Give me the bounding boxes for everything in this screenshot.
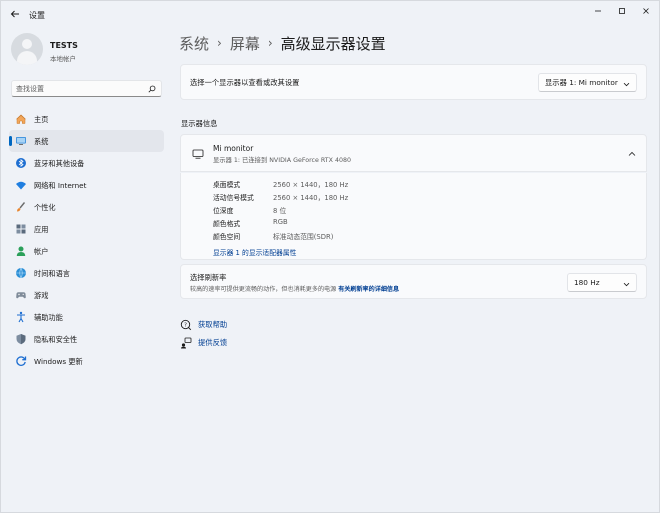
gamepad-icon [15, 289, 27, 301]
select-display-card: 选择一个显示器以查看或改其设置 显示器 1: Mi monitor [180, 64, 647, 100]
shield-icon [15, 333, 27, 345]
settings-window: 设置 TESTS 本地帐户 主页 [0, 0, 660, 513]
sidebar-item-windows-update[interactable]: Windows 更新 [9, 350, 164, 372]
detail-key: 颜色空间 [213, 233, 241, 241]
minimize-button[interactable] [587, 4, 609, 18]
breadcrumb-item-display[interactable]: 屏幕 [230, 33, 260, 54]
display-select-dropdown[interactable]: 显示器 1: Mi monitor [538, 73, 637, 92]
feedback-icon [180, 337, 192, 349]
apps-icon [15, 223, 27, 235]
app-title: 设置 [29, 11, 45, 20]
breadcrumb: 系统 › 屏幕 › 高级显示器设置 [179, 33, 386, 53]
detail-value: 2560 × 1440，180 Hz [273, 181, 349, 189]
sidebar-item-accounts[interactable]: 帐户 [9, 240, 164, 262]
monitor-details-panel: 桌面模式 2560 × 1440，180 Hz 活动信号模式 2560 × 14… [180, 173, 647, 260]
sidebar-item-label: Windows 更新 [34, 357, 83, 366]
feedback-label[interactable]: 提供反馈 [198, 338, 227, 348]
feedback-link[interactable]: 提供反馈 [180, 336, 227, 350]
refresh-rate-value: 180 Hz [574, 278, 600, 287]
update-icon [15, 355, 27, 367]
sidebar-item-label: 网络和 Internet [34, 181, 87, 190]
detail-value: 8 位 [273, 207, 287, 215]
sidebar-item-label: 辅助功能 [34, 313, 63, 322]
refresh-rate-title: 选择刷新率 [190, 273, 227, 282]
sidebar-item-accessibility[interactable]: 辅助功能 [9, 306, 164, 328]
detail-value: 2560 × 1440，180 Hz [273, 194, 349, 202]
sidebar-item-privacy[interactable]: 隐私和安全性 [9, 328, 164, 350]
sidebar-item-system[interactable]: 系统 [9, 130, 164, 152]
chevron-right-icon: › [217, 36, 222, 50]
sidebar-item-time-language[interactable]: 时间和语言 [9, 262, 164, 284]
detail-key: 活动信号模式 [213, 194, 254, 202]
search-icon[interactable] [148, 85, 156, 95]
accessibility-icon [15, 311, 27, 323]
sidebar-item-label: 蓝牙和其他设备 [34, 159, 85, 168]
sidebar-item-bluetooth[interactable]: 蓝牙和其他设备 [9, 152, 164, 174]
help-chat-icon: ? [180, 319, 192, 331]
detail-key: 位深度 [213, 207, 234, 215]
profile-name: TESTS [50, 41, 78, 50]
system-icon [15, 135, 27, 147]
brush-icon [15, 201, 27, 213]
avatar [11, 33, 43, 65]
minimize-icon [595, 10, 601, 12]
monitor-name: Mi monitor [213, 144, 254, 153]
maximize-button[interactable] [611, 4, 633, 18]
svg-text:?: ? [184, 323, 187, 329]
globe-clock-icon [15, 267, 27, 279]
monitor-connection: 显示器 1: 已连接到 NVIDIA GeForce RTX 4080 [213, 157, 351, 164]
sidebar-item-label: 个性化 [34, 203, 56, 212]
sidebar-item-label: 帐户 [34, 247, 49, 256]
sidebar-item-label: 游戏 [34, 291, 49, 300]
refresh-rate-description: 较高的速率可提供更流畅的动作，但也消耗更多的电源 有关刷新率的详细信息 [190, 284, 399, 293]
close-icon [643, 8, 649, 14]
refresh-rate-description-text: 较高的速率可提供更流畅的动作，但也消耗更多的电源 [190, 286, 339, 293]
detail-key: 桌面模式 [213, 181, 241, 189]
sidebar-item-network[interactable]: 网络和 Internet [9, 174, 164, 196]
close-button[interactable] [635, 4, 657, 18]
maximize-icon [619, 8, 625, 14]
chevron-down-icon [623, 80, 630, 89]
bluetooth-icon [15, 157, 27, 169]
sidebar-item-label: 应用 [34, 225, 49, 234]
sidebar-item-label: 时间和语言 [34, 269, 70, 278]
refresh-rate-dropdown[interactable]: 180 Hz [567, 273, 637, 292]
chevron-up-icon[interactable] [628, 150, 636, 159]
refresh-rate-info-link[interactable]: 有关刷新率的详细信息 [338, 286, 399, 293]
chevron-down-icon [623, 280, 630, 289]
person-icon [15, 245, 27, 257]
sidebar-item-apps[interactable]: 应用 [9, 218, 164, 240]
sidebar-item-label: 系统 [34, 137, 49, 146]
sidebar-nav: 主页 系统 蓝牙和其他设备 网络和 Internet 个性化 应用 帐户 时间和… [9, 108, 164, 372]
detail-value: RGB [273, 218, 288, 226]
search-input[interactable] [16, 83, 141, 95]
monitor-info-header[interactable]: Mi monitor 显示器 1: 已连接到 NVIDIA GeForce RT… [180, 134, 647, 172]
detail-key: 颜色格式 [213, 220, 241, 228]
sidebar-item-personalization[interactable]: 个性化 [9, 196, 164, 218]
sidebar-item-home[interactable]: 主页 [9, 108, 164, 130]
adapter-properties-link[interactable]: 显示器 1 的显示适配器属性 [213, 247, 296, 257]
page-title: 高级显示器设置 [280, 34, 386, 53]
user-profile[interactable]: TESTS 本地帐户 [11, 33, 161, 69]
title-bar: 设置 [1, 1, 659, 27]
sidebar-item-label: 主页 [34, 115, 49, 124]
home-icon [15, 113, 27, 125]
monitor-icon [192, 148, 204, 162]
search-box[interactable] [11, 80, 162, 97]
chevron-right-icon: › [267, 36, 273, 50]
get-help-label[interactable]: 获取帮助 [198, 320, 227, 330]
sidebar-item-label: 隐私和安全性 [34, 335, 78, 344]
select-display-label: 选择一个显示器以查看或改其设置 [190, 78, 300, 87]
breadcrumb-item-system[interactable]: 系统 [179, 33, 209, 54]
display-select-value: 显示器 1: Mi monitor [545, 78, 618, 87]
get-help-link[interactable]: ? 获取帮助 [180, 318, 227, 332]
back-arrow-icon[interactable] [9, 8, 21, 20]
wifi-icon [15, 179, 27, 191]
sidebar-item-gaming[interactable]: 游戏 [9, 284, 164, 306]
detail-value: 标准动态范围(SDR) [273, 233, 334, 241]
profile-account-type: 本地帐户 [50, 55, 76, 63]
refresh-rate-card: 选择刷新率 较高的速率可提供更流畅的动作，但也消耗更多的电源 有关刷新率的详细信… [180, 264, 647, 299]
display-info-heading: 显示器信息 [181, 119, 218, 128]
